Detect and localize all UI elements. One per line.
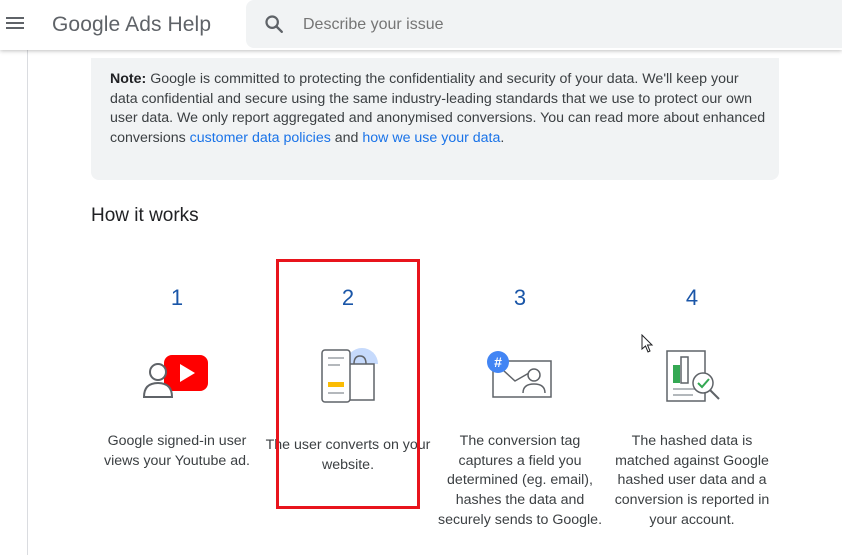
search-bar[interactable] [246,0,842,48]
step-description: Google signed-in user views your Youtube… [104,433,250,469]
svg-text:#: # [494,354,502,370]
app-title[interactable]: Google Ads Help [52,13,211,37]
step-3: 3 # The conversion tag captures a field … [435,285,605,528]
note-text: Note: Google is committed to protecting … [110,71,766,147]
report-match-icon [666,350,720,402]
how-we-use-your-data-link[interactable]: how we use your data [362,130,500,146]
search-icon[interactable] [263,13,285,35]
top-bar: Google Ads Help [0,0,842,50]
note-label: Note: [110,71,147,87]
content-border [27,50,28,555]
step-number: 1 [170,285,184,310]
youtube-ad-icon [142,355,208,398]
menu-icon[interactable] [6,14,26,34]
step-description: The hashed data is matched against Googl… [614,433,770,528]
section-title: How it works [91,205,199,226]
step-1: 1 Google signed-in user views your Youtu… [92,285,262,469]
step-number: 4 [685,285,699,310]
customer-data-policies-link[interactable]: customer data policies [190,130,331,146]
step-description: The conversion tag captures a field you … [437,433,603,528]
step-4: 4 The hashed data is matched against Goo… [607,285,777,528]
step-highlight-box [276,259,420,509]
note-box: Note: Google is committed to protecting … [91,58,779,180]
search-input[interactable] [301,9,825,41]
email-hash-icon: # [487,351,552,398]
mouse-cursor-icon [641,334,654,353]
step-number: 3 [513,285,527,310]
